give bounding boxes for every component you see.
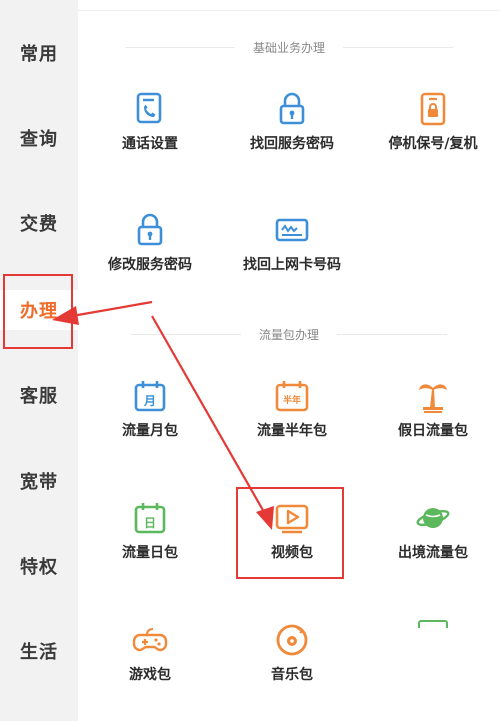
sidebar-item-broadband[interactable]: 宽带: [0, 461, 78, 501]
item-daily-data[interactable]: 日 流量日包: [80, 500, 220, 580]
sidebar-item-life[interactable]: 生活: [0, 631, 78, 671]
item-label: 修改服务密码: [108, 257, 192, 273]
phone-lock-icon: [420, 92, 446, 126]
sim-card-icon: [275, 218, 309, 242]
sidebar-item-label: 特权: [20, 557, 58, 578]
palm-tree-icon: [419, 384, 447, 413]
item-label: 停机保号/复机: [388, 136, 478, 152]
section-title-text: 基础业务办理: [252, 40, 325, 55]
section-title-text: 流量包办理: [258, 327, 319, 342]
planet-icon: [416, 508, 450, 528]
divider: [124, 46, 235, 48]
sidebar: 常用 查询 交费 办理 客服 宽带 特权 生活: [0, 0, 78, 721]
item-label: 通话设置: [122, 136, 178, 152]
sidebar-item-label: 宽带: [20, 472, 58, 493]
sidebar-item-label: 客服: [20, 386, 58, 407]
item-holiday-data[interactable]: 假日流量包: [363, 378, 500, 458]
item-label: 假日流量包: [398, 423, 468, 439]
svg-text:月: 月: [143, 394, 156, 408]
sidebar-item-service[interactable]: 客服: [0, 375, 78, 415]
item-game-package[interactable]: 游戏包: [80, 622, 220, 702]
item-label: 出境流量包: [398, 545, 468, 561]
music-disc-icon: [276, 624, 308, 656]
item-label: 流量半年包: [257, 423, 327, 439]
item-retrieve-card-number[interactable]: 找回上网卡号码: [222, 212, 362, 292]
divider: [78, 10, 500, 11]
item-suspend-resume[interactable]: 停机保号/复机: [363, 91, 500, 171]
sidebar-item-label: 查询: [20, 129, 58, 150]
divider: [337, 333, 447, 335]
item-label: 流量日包: [122, 545, 178, 561]
lock-icon: [137, 213, 163, 246]
sidebar-item-label: 办理: [20, 301, 58, 322]
item-overseas-data[interactable]: 出境流量包: [363, 500, 500, 580]
svg-text:日: 日: [144, 516, 156, 530]
item-label: 找回上网卡号码: [243, 257, 341, 273]
item-label: 视频包: [271, 545, 313, 561]
item-label: 游戏包: [129, 667, 171, 683]
calendar-month-icon: 月: [134, 381, 166, 412]
video-play-icon: [275, 504, 309, 534]
sidebar-item-label: 生活: [20, 642, 58, 663]
sidebar-item-query[interactable]: 查询: [0, 118, 78, 158]
item-label: 找回服务密码: [250, 136, 334, 152]
sidebar-item-label: 交费: [20, 214, 58, 235]
item-halfyear-data[interactable]: 半年 流量半年包: [222, 378, 362, 458]
sidebar-item-label: 常用: [20, 44, 58, 65]
item-music-package[interactable]: 音乐包: [222, 622, 362, 702]
calendar-halfyear-icon: 半年: [275, 381, 309, 412]
sidebar-item-common[interactable]: 常用: [0, 33, 78, 73]
sidebar-item-handle[interactable]: 办理: [0, 290, 78, 330]
section-title-data: 流量包办理: [78, 324, 500, 344]
item-change-password[interactable]: 修改服务密码: [80, 212, 220, 292]
svg-text:半年: 半年: [283, 394, 301, 406]
item-label: 音乐包: [271, 667, 313, 683]
partial-item-icon: [418, 620, 448, 628]
item-label: 流量月包: [122, 423, 178, 439]
main-panel: 基础业务办理 通话设置 找回服务密码 停机保号/复机 修改服务密码 找回上网卡号…: [78, 0, 500, 721]
section-title-basic: 基础业务办理: [78, 37, 500, 57]
item-call-settings[interactable]: 通话设置: [80, 91, 220, 171]
item-video-package[interactable]: 视频包: [222, 500, 362, 580]
calendar-day-icon: 日: [134, 503, 166, 534]
sidebar-item-privilege[interactable]: 特权: [0, 546, 78, 586]
item-retrieve-password[interactable]: 找回服务密码: [222, 91, 362, 171]
phone-settings-icon: [136, 92, 162, 124]
sidebar-item-payment[interactable]: 交费: [0, 203, 78, 243]
item-monthly-data[interactable]: 月 流量月包: [80, 378, 220, 458]
lock-icon: [279, 92, 305, 125]
divider: [343, 46, 453, 48]
gamepad-icon: [132, 628, 168, 652]
divider: [130, 333, 241, 335]
